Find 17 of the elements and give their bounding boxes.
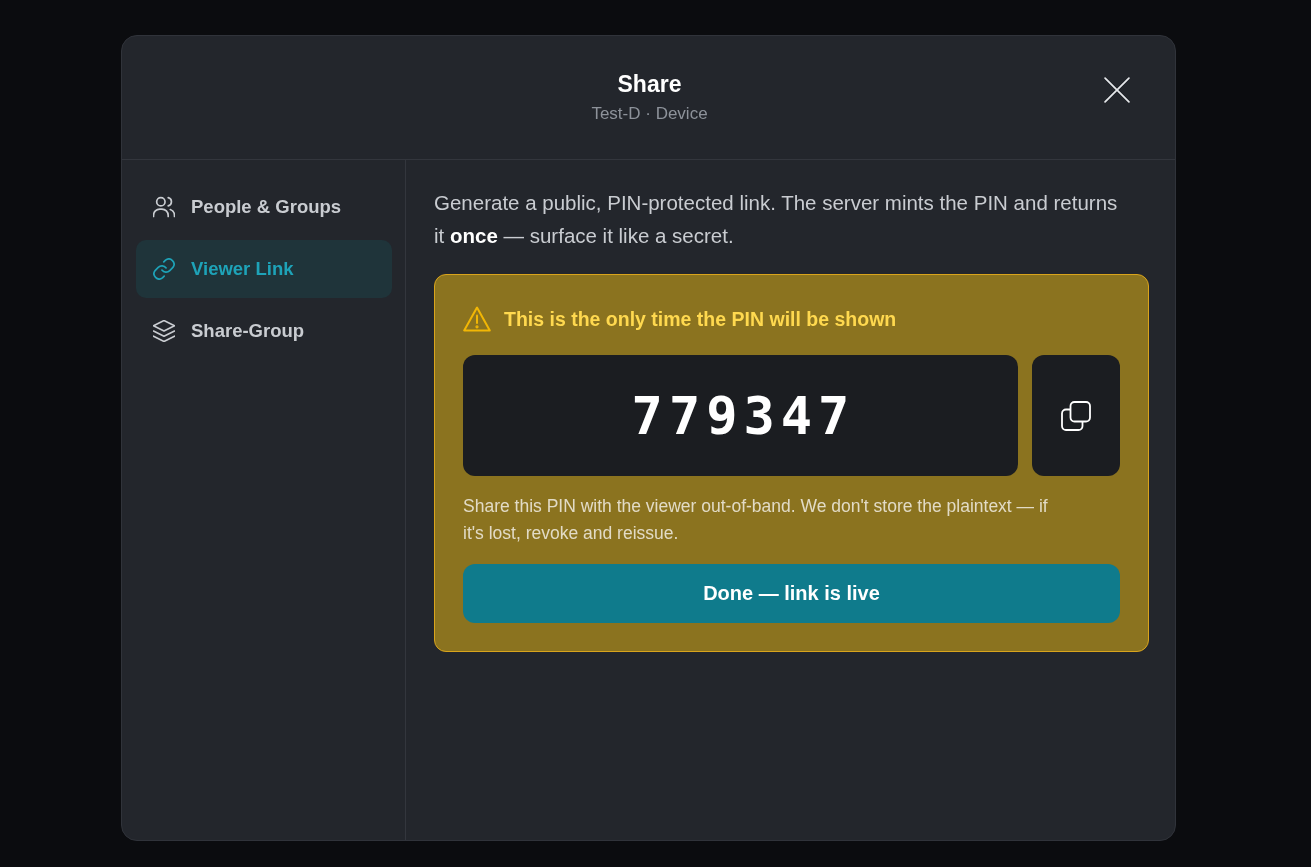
sidebar-item[interactable]: Share-Group <box>136 302 392 360</box>
layers-icon <box>153 320 175 342</box>
warning-icon <box>463 306 491 332</box>
copy-button[interactable] <box>1032 355 1120 476</box>
close-icon <box>1104 77 1130 103</box>
done-button[interactable]: Done — link is live <box>463 564 1120 623</box>
people-icon <box>153 196 175 218</box>
dialog-title: Share <box>617 70 682 99</box>
pin-display: 779347 <box>463 355 1018 476</box>
warning-text: This is the only time the PIN will be shown <box>504 307 897 331</box>
dialog-subtitle: Test-D · Device <box>591 103 708 125</box>
sidebar-item[interactable]: Viewer Link <box>136 240 392 298</box>
link-icon <box>153 258 175 280</box>
sidebar-item[interactable]: People & Groups <box>136 178 392 236</box>
copy-icon <box>1061 400 1091 431</box>
pin-note: Share this PIN with the viewer out-of-band. We don't store the plaintext — if it's lost, revoke and reissue. <box>463 495 1049 545</box>
description-text: Generate a public, PIN-protected link. The server mints the PIN and returns it once — surface it like a secret. <box>434 190 1119 249</box>
